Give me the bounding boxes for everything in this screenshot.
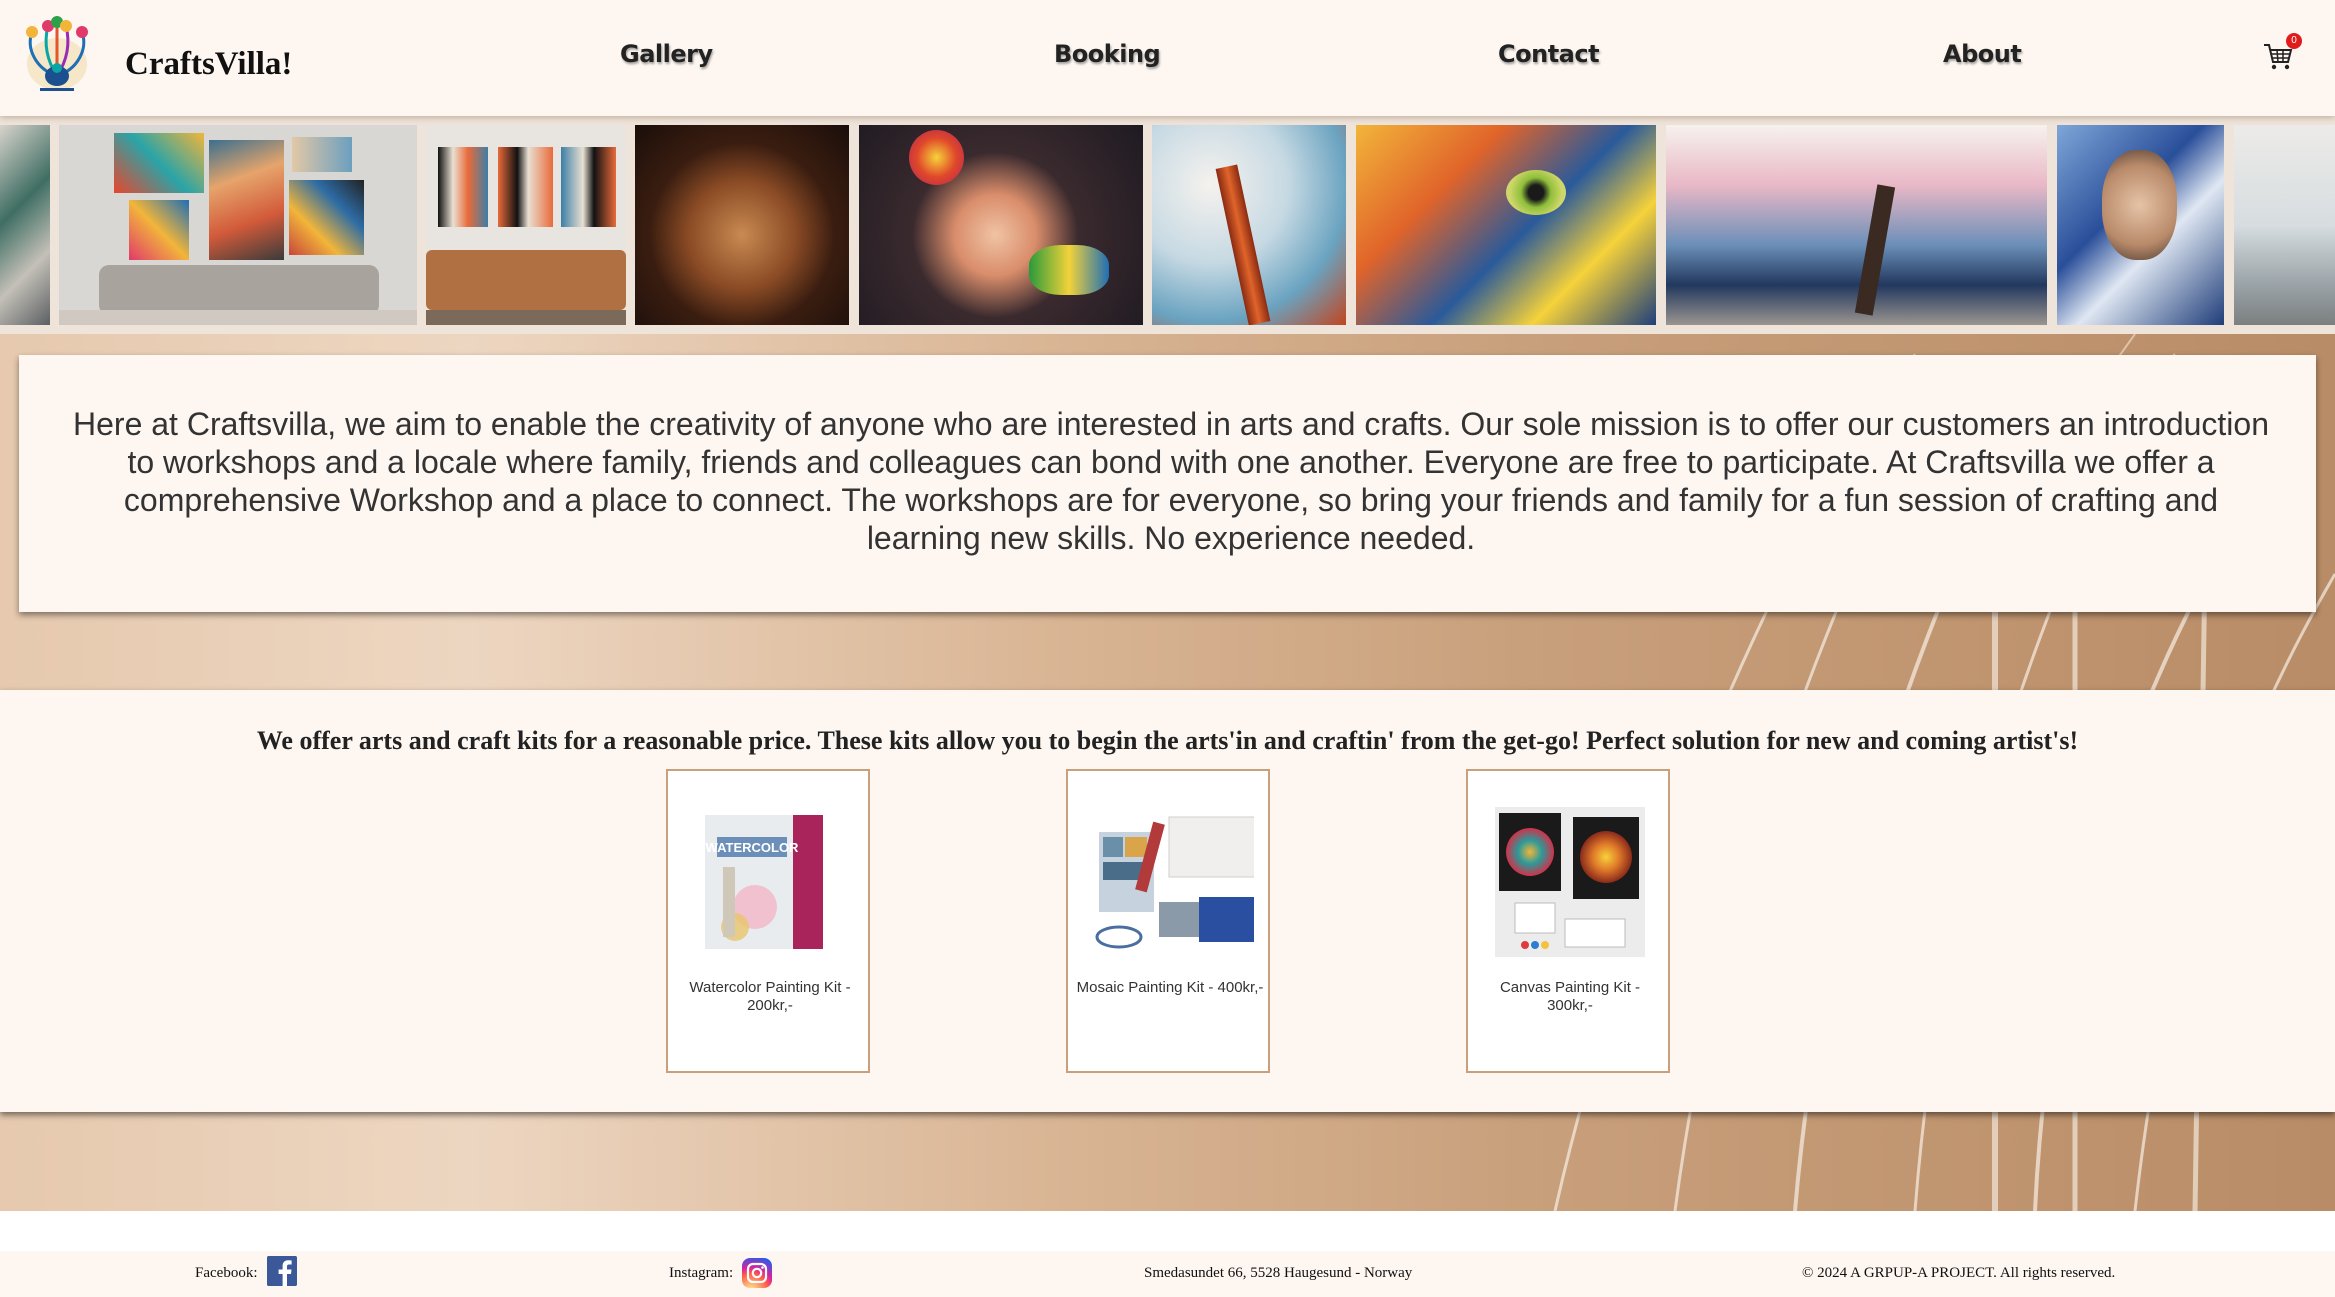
kit-card-watercolor[interactable]: WATERCOLOR Watercolor Painting Kit - 200… xyxy=(666,769,870,1073)
facebook-icon[interactable] xyxy=(267,1256,297,1286)
kit-label: Canvas Painting Kit - 300kr,- xyxy=(1499,979,1641,1014)
gallery-tile-mosaic-portrait-glasses[interactable] xyxy=(2057,125,2224,325)
gallery-tile-workshop-room[interactable] xyxy=(2234,125,2335,325)
brand-name[interactable]: CraftsVilla! xyxy=(125,46,292,83)
footer-address: Smedasundet 66, 5528 Haugesund - Norway xyxy=(1144,1265,1413,1281)
instagram-label: Instagram: xyxy=(669,1265,734,1281)
gallery-tile-mosaic-cherry-tree[interactable] xyxy=(1666,125,2047,325)
mission-card: Here at Craftsvilla, we aim to enable th… xyxy=(19,355,2316,612)
mosaic-kit-image xyxy=(1089,807,1254,957)
gallery-tile-mosaic-portrait-man[interactable] xyxy=(635,125,849,325)
nav-about[interactable]: About xyxy=(1943,40,2022,68)
kit-label: Mosaic Painting Kit - 400kr,- xyxy=(1076,979,1264,996)
kits-heading: We offer arts and craft kits for a reaso… xyxy=(256,726,2079,755)
kits-section: We offer arts and craft kits for a reaso… xyxy=(0,690,2335,1112)
kit-label: Watercolor Painting Kit - 200kr,- xyxy=(689,979,851,1014)
kit-card-mosaic[interactable]: Mosaic Painting Kit - 400kr,- xyxy=(1066,769,1270,1073)
footer-copyright: © 2024 A GRPUP-A PROJECT. All rights res… xyxy=(1802,1265,2116,1281)
gallery-tile-face-art-living-room[interactable] xyxy=(426,125,626,325)
instagram-icon[interactable] xyxy=(742,1258,772,1288)
mission-text: Here at Craftsvilla, we aim to enable th… xyxy=(73,406,2269,556)
nav-gallery[interactable]: Gallery xyxy=(620,40,713,68)
gallery-tile-mosaic-cat[interactable] xyxy=(1356,125,1656,325)
canvas-kit-image xyxy=(1495,807,1645,957)
peacock-logo[interactable] xyxy=(16,14,98,96)
facebook-label: Facebook: xyxy=(195,1265,258,1281)
svg-text:WATERCOLOR: WATERCOLOR xyxy=(706,840,800,855)
cart-count-badge: 0 xyxy=(2286,33,2302,49)
gallery-tile-abstract-wall-art[interactable] xyxy=(0,125,50,325)
site-footer xyxy=(0,1211,2335,1297)
watercolor-kit-image: WATERCOLOR xyxy=(705,815,823,949)
nav-contact[interactable]: Contact xyxy=(1498,40,1600,68)
gallery-tile-mosaic-woman-with-flowers[interactable] xyxy=(859,125,1143,325)
gallery-tile-white-blossom-tree[interactable] xyxy=(1152,125,1346,325)
site-header: CraftsVilla! Gallery Booking Contact Abo… xyxy=(0,0,2335,116)
kit-card-canvas[interactable]: Canvas Painting Kit - 300kr,- xyxy=(1466,769,1670,1073)
gallery-tile-wall-art-living-room[interactable] xyxy=(59,125,417,325)
gallery-strip xyxy=(0,116,2335,334)
nav-booking[interactable]: Booking xyxy=(1054,40,1161,68)
